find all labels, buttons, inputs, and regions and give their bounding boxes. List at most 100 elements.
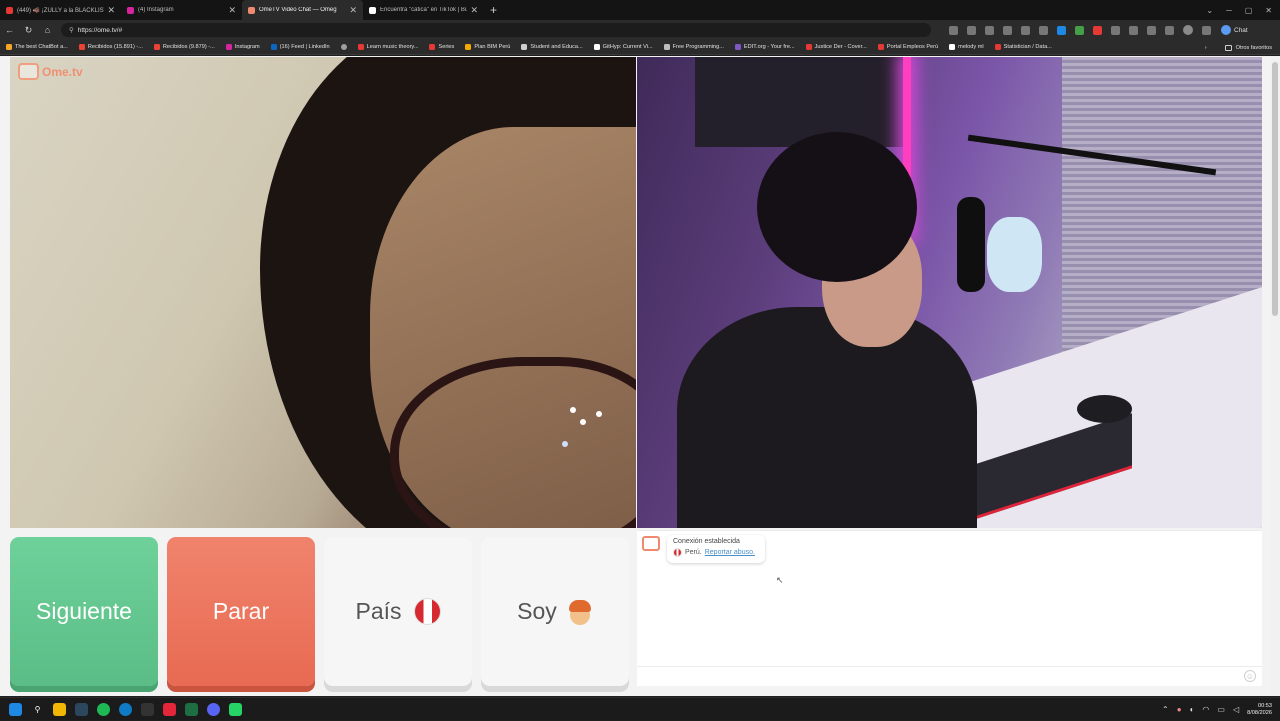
gender-button-label: Soy [517,598,557,624]
extension-icon[interactable] [1093,25,1102,35]
new-tab-icon[interactable]: + [490,3,497,17]
bookmark-icon [6,44,12,50]
stop-button[interactable]: Parar [167,537,315,686]
bookmark-item[interactable]: Learn music theory... [357,44,418,50]
puzzle-icon[interactable] [1129,25,1138,35]
tab-search-icon[interactable]: ⌄ [1206,6,1213,15]
bookmark-icon [877,44,884,50]
search-icon[interactable]: ⚲ [31,703,44,716]
whatsapp-icon[interactable] [229,702,242,716]
bookmark-label: Student and Educa... [530,44,583,50]
extension-icon[interactable] [985,25,994,35]
steam-icon[interactable] [75,702,88,716]
bookmark-item[interactable]: (16) Feed | LinkedIn [270,44,330,50]
other-bookmarks[interactable]: › Otros favoritos [1205,40,1272,55]
bookmark-item[interactable]: Student and Educa... [521,44,583,50]
spotify-icon[interactable] [97,702,110,716]
bookmark-item[interactable]: Statistician / Data... [994,44,1052,50]
close-tab-icon[interactable]: ✕ [470,5,478,16]
chevron-up-icon[interactable]: ⌃ [1162,705,1169,714]
browser-tab-ometv[interactable]: OmeTV Video Chat — Omeg ✕ [242,0,363,20]
bookmark-item[interactable] [340,44,347,50]
url-field[interactable]: ⚲ https://ome.tv/# [61,23,931,37]
bookmark-label: Recibidos (9.879) -... [162,44,215,50]
ometv-page: Ome.tv Siguiente Parar País Soy Conexión… [0,56,1280,696]
country-button-label: País [355,598,402,624]
extension-icon[interactable] [967,25,976,35]
app-icon[interactable] [141,702,154,716]
browser-tab-instagram[interactable]: (4) Instagram ✕ [121,0,242,20]
bookmark-item[interactable]: Portal Empleos Perú [877,44,938,50]
bookmarks-bar: The best ChatBot a... Recibidos (15.891)… [0,40,1280,55]
bookmark-item[interactable]: Recibidos (15.891) -... [78,44,143,50]
home-icon[interactable]: ⌂ [38,25,57,35]
extension-icon[interactable] [1111,25,1120,35]
excel-icon[interactable] [185,702,198,716]
browser-tab-youtube[interactable]: (449) 🐗 ¡ZULLY a la BLACKLIST! ❌ ✕ [0,0,121,20]
chevron-right-icon[interactable]: › [1205,45,1207,51]
file-explorer-icon[interactable] [53,702,66,716]
bookmark-item[interactable]: Justice Der - Cover... [805,44,867,50]
scrollbar-thumb[interactable] [1272,62,1278,316]
close-tab-icon[interactable]: ✕ [107,5,115,16]
bookmark-item[interactable]: GitHyp: Current Vi... [593,44,653,50]
bookmark-icon [465,44,472,50]
volume-icon[interactable]: ◁ [1233,705,1239,714]
reload-icon[interactable]: ↻ [19,25,38,36]
peru-flag-icon [413,598,441,625]
bookmark-label: The best ChatBot a... [15,44,68,50]
bookmark-item[interactable]: Plan BIM Perú [465,44,510,50]
bookmark-item[interactable]: Series [429,44,454,50]
download-icon[interactable] [1165,25,1174,35]
close-tab-icon[interactable]: ✕ [228,5,236,16]
browser-tab-tiktok[interactable]: Encuentra "catica" en TikTok | Busc ✕ [363,0,484,20]
ometv-logo: Ome.tv [18,63,83,80]
windows-start-icon[interactable] [9,702,22,716]
copilot-chat-button[interactable]: Chat [1221,25,1248,35]
gender-select-button[interactable]: Soy [481,537,629,686]
page-scrollbar[interactable] [1270,56,1280,696]
network-icon[interactable]: ◐ [1190,705,1195,714]
bookmark-item[interactable]: EDIT.org - Your fre... [734,44,795,50]
monitor-icon[interactable]: ▭ [1217,705,1225,714]
close-window-icon[interactable]: ✕ [1265,6,1272,15]
tab-title: (4) Instagram [138,7,174,13]
close-tab-icon[interactable]: ✕ [349,5,357,16]
tiktok-icon[interactable] [163,702,176,716]
minimize-icon[interactable]: ─ [1226,6,1232,15]
bookmark-label: Justice Der - Cover... [814,44,867,50]
clock[interactable]: 00:53 8/08/2026 [1247,703,1272,717]
extension-icon[interactable] [1057,25,1066,35]
video-feed-image [757,132,917,282]
gmail-icon [78,44,85,50]
profile-avatar[interactable] [1183,25,1193,35]
extension-icon[interactable] [1003,25,1012,35]
wifi-icon[interactable]: ◠ [1202,705,1209,714]
youtube-icon [6,6,13,14]
stop-button-label: Parar [212,598,270,624]
next-button[interactable]: Siguiente [10,537,158,686]
extension-icon[interactable] [1039,25,1048,35]
site-info-icon[interactable]: ⚲ [69,26,74,34]
maximize-icon[interactable]: ▢ [1245,6,1253,15]
tab-title: (449) 🐗 ¡ZULLY a la BLACKLIST! ❌ [17,7,104,14]
emoji-icon[interactable]: ☺ [1244,670,1256,682]
microphone-icon[interactable]: ● [1177,705,1182,714]
bookmark-item[interactable]: melody ml [949,44,984,50]
extension-icon[interactable] [949,25,958,35]
bookmark-item[interactable]: Instagram [225,44,260,50]
menu-icon[interactable] [1202,25,1211,35]
chat-message-input[interactable]: ☺ [637,666,1262,686]
bookmark-label: GitHyp: Current Vi... [602,44,653,50]
country-select-button[interactable]: País [324,537,472,686]
bookmark-item[interactable]: The best ChatBot a... [6,44,68,50]
back-icon[interactable]: ← [0,25,19,35]
star-icon[interactable] [1021,25,1030,35]
discord-icon[interactable] [207,702,220,716]
history-icon[interactable] [1147,25,1156,35]
bookmark-item[interactable]: Free Programming... [663,44,724,50]
extension-icon[interactable] [1075,25,1084,35]
bookmark-item[interactable]: Recibidos (9.879) -... [153,44,215,50]
edge-icon[interactable] [119,702,132,716]
report-abuse-link[interactable]: Reportar abuso. [705,549,755,556]
